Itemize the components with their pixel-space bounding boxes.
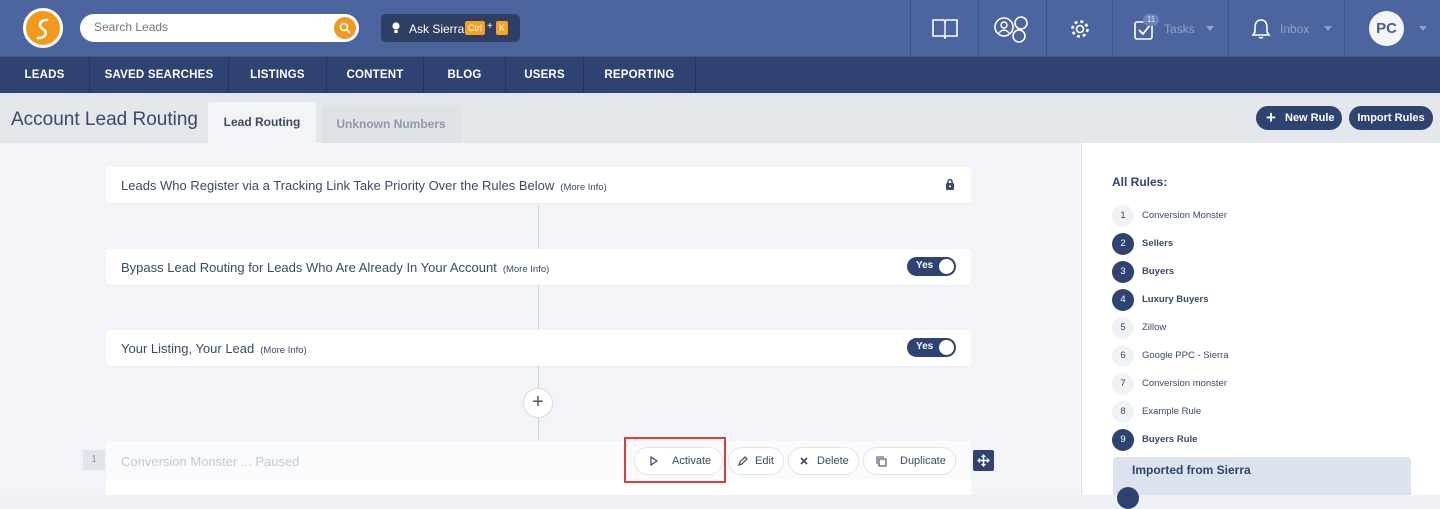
delete-label: Delete — [817, 455, 849, 467]
rule-number-badge: 1 — [1112, 205, 1134, 227]
chevron-down-icon — [1419, 26, 1427, 31]
menu-content[interactable]: CONTENT — [327, 57, 424, 93]
rule-number: 1 — [83, 450, 105, 470]
edit-button[interactable]: Edit — [728, 447, 784, 475]
menu-users[interactable]: USERS — [506, 57, 584, 93]
toggle-knob — [939, 259, 954, 274]
rule-label: Luxury Buyers — [1142, 294, 1209, 305]
rule-number-badge: 2 — [1112, 233, 1134, 255]
delete-button[interactable]: Delete — [788, 447, 859, 475]
more-info-link[interactable]: (More Info) — [260, 345, 306, 356]
move-icon — [977, 454, 990, 467]
rule-card-body — [106, 479, 971, 495]
rule-number-badge: 6 — [1112, 345, 1134, 367]
main-menu: LEADS SAVED SEARCHES LISTINGS CONTENT BL… — [0, 57, 1440, 93]
ask-sierra-label: Ask Sierra — [409, 22, 465, 36]
ask-sierra-button[interactable]: Ask Sierra Ctrl + K — [381, 14, 520, 42]
inbox-nav[interactable]: Inbox — [1228, 0, 1344, 57]
rule-card: Conversion Monster ... Paused Activate E… — [106, 441, 971, 495]
pencil-icon — [738, 456, 748, 466]
rule-number-badge: 4 — [1112, 289, 1134, 311]
rule-number-badge: 3 — [1112, 261, 1134, 283]
duplicate-label: Duplicate — [900, 455, 946, 467]
add-rule-button[interactable]: + — [523, 388, 553, 418]
top-bar: Ask Sierra Ctrl + K 11 Tasks Inbox PC — [0, 0, 1440, 57]
rule-label: Sellers — [1142, 238, 1174, 249]
highlight-box — [624, 437, 726, 483]
your-listing-toggle[interactable]: Yes — [907, 338, 956, 357]
book-nav[interactable] — [910, 0, 978, 57]
k-key: K — [496, 21, 509, 35]
rule-label: Conversion Monster — [1142, 210, 1228, 221]
new-rule-button[interactable]: + New Rule — [1256, 106, 1342, 130]
lock-icon — [946, 178, 954, 190]
chevron-down-icon — [1206, 26, 1214, 31]
rule-label: Buyers Rule — [1142, 434, 1198, 445]
avatar[interactable]: PC — [1369, 11, 1404, 46]
book-icon — [932, 19, 958, 39]
plus-icon: + — [1266, 108, 1276, 127]
menu-reporting[interactable]: REPORTING — [584, 57, 696, 93]
import-rules-button[interactable]: Import Rules — [1349, 106, 1433, 130]
search-button[interactable] — [334, 17, 356, 39]
menu-blog[interactable]: BLOG — [424, 57, 506, 93]
imported-heading: Imported from Sierra — [1132, 463, 1251, 477]
bell-icon — [1251, 19, 1271, 39]
card-title: Bypass Lead Routing for Leads Who Are Al… — [121, 260, 497, 275]
search-box — [80, 14, 359, 42]
card-title: Your Listing, Your Lead — [121, 341, 255, 356]
users-nav[interactable] — [978, 0, 1046, 57]
team-icon — [994, 16, 1028, 43]
menu-saved-searches[interactable]: SAVED SEARCHES — [90, 57, 229, 93]
new-rule-label: New Rule — [1285, 112, 1335, 124]
gear-icon — [1071, 20, 1089, 38]
rule-label: Conversion monster — [1142, 378, 1228, 389]
sierra-logo[interactable] — [23, 8, 63, 48]
close-icon — [800, 457, 808, 465]
ctrl-key: Ctrl — [465, 21, 485, 35]
lightbulb-icon — [392, 22, 400, 33]
rule-label: Buyers — [1142, 266, 1175, 277]
your-listing-card: Your Listing, Your Lead (More Info) Yes — [106, 330, 971, 366]
copy-icon — [876, 456, 887, 467]
key-plus: + — [487, 21, 493, 32]
toggle-label: Yes — [916, 260, 934, 271]
toggle-knob — [939, 340, 954, 355]
page-title: Account Lead Routing — [11, 109, 198, 130]
rule-number-badge: 9 — [1112, 429, 1134, 451]
more-info-link[interactable]: (More Info) — [560, 182, 606, 193]
rules-sidebar: All Rules: 1 Conversion Monster 2 Sellers 3 B… — [1081, 143, 1440, 509]
edit-label: Edit — [755, 455, 774, 467]
search-input[interactable] — [94, 20, 324, 34]
tasks-nav[interactable]: 11 Tasks — [1112, 0, 1228, 57]
imported-from-sierra-section: Imported from Sierra — [1113, 457, 1411, 509]
tracking-link-priority-card: Leads Who Register via a Tracking Link T… — [106, 167, 971, 203]
all-rules-heading: All Rules: — [1112, 175, 1168, 189]
settings-nav[interactable] — [1046, 0, 1112, 57]
chevron-down-icon — [1324, 26, 1332, 31]
rule-title: Conversion Monster ... Paused — [121, 454, 300, 469]
more-info-link[interactable]: (More Info) — [503, 264, 549, 275]
rule-label: Example Rule — [1142, 406, 1202, 417]
bypass-toggle[interactable]: Yes — [907, 257, 956, 276]
rule-number-badge: 8 — [1112, 401, 1134, 423]
card-title: Leads Who Register via a Tracking Link T… — [121, 178, 555, 193]
toggle-label: Yes — [916, 341, 934, 352]
rule-label: Zillow — [1142, 322, 1167, 333]
expand-button[interactable] — [973, 450, 994, 471]
tab-lead-routing[interactable]: Lead Routing — [208, 102, 316, 143]
rule-number-badge — [1117, 487, 1139, 509]
rule-label: Google PPC - Sierra — [1142, 350, 1229, 361]
tab-unknown-numbers[interactable]: Unknown Numbers — [321, 105, 461, 143]
rule-number-badge: 7 — [1112, 373, 1134, 395]
tasks-label: Tasks — [1164, 22, 1195, 36]
bypass-routing-card: Bypass Lead Routing for Leads Who Are Al… — [106, 249, 971, 285]
menu-listings[interactable]: LISTINGS — [229, 57, 327, 93]
tasks-count-badge: 11 — [1143, 14, 1159, 26]
rule-number-badge: 5 — [1112, 317, 1134, 339]
duplicate-button[interactable]: Duplicate — [863, 447, 956, 475]
search-icon — [339, 22, 351, 34]
menu-leads[interactable]: LEADS — [0, 57, 90, 93]
inbox-label: Inbox — [1280, 22, 1310, 36]
